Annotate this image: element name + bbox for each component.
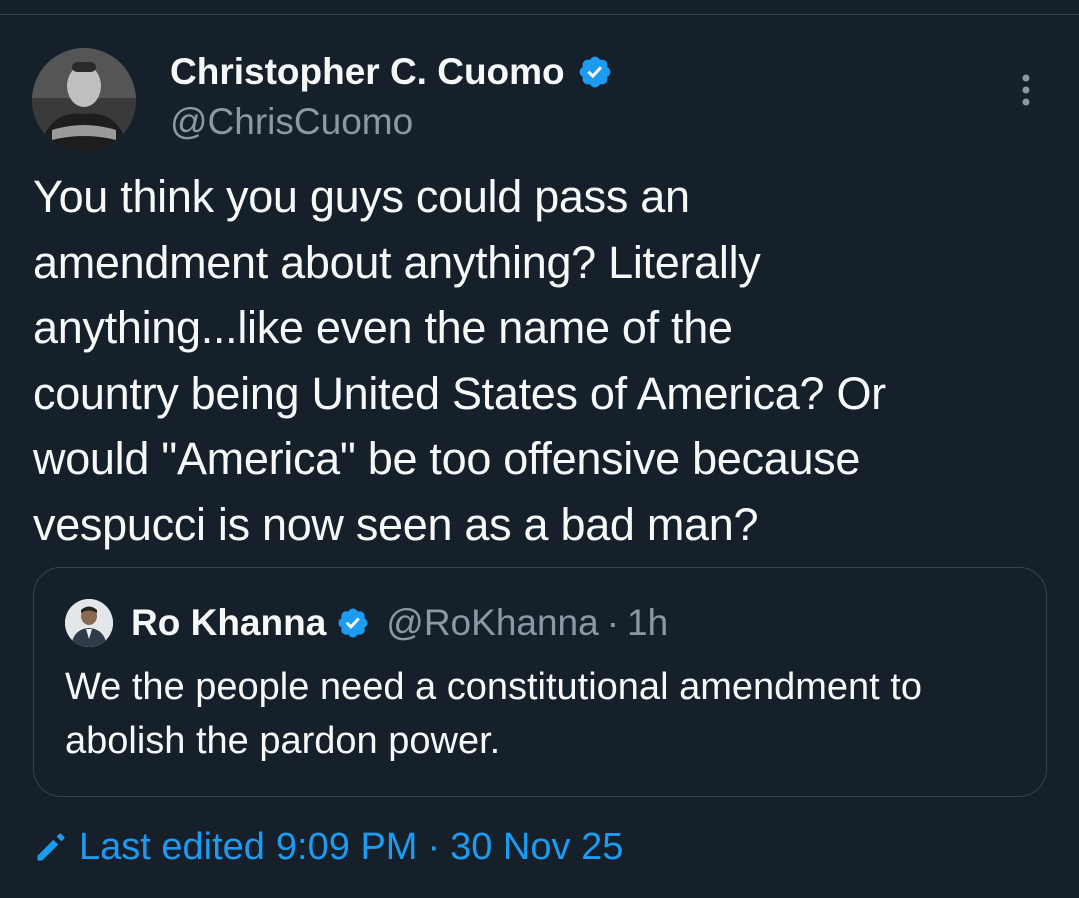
more-options-button[interactable] bbox=[1004, 68, 1048, 112]
edited-date: 30 Nov 25 bbox=[450, 825, 624, 868]
tweet-text: You think you guys could pass an amendme… bbox=[33, 171, 886, 550]
quoted-author-name[interactable]: Ro Khanna bbox=[131, 602, 326, 644]
edited-time: 9:09 PM bbox=[275, 825, 418, 868]
edit-history-link[interactable]: Last edited 9:09 PM · 30 Nov 25 bbox=[33, 822, 623, 872]
quoted-avatar-photo-icon bbox=[65, 599, 113, 647]
quoted-tweet-header: Ro Khanna @RoKhanna · 1h bbox=[131, 599, 668, 647]
quoted-separator: · bbox=[606, 602, 620, 643]
author-avatar[interactable] bbox=[32, 48, 136, 152]
quoted-author-handle[interactable]: @RoKhanna bbox=[386, 602, 598, 644]
quoted-tweet-card[interactable]: Ro Khanna @RoKhanna · 1h We the people n… bbox=[33, 567, 1047, 797]
author-handle[interactable]: @ChrisCuomo bbox=[170, 100, 413, 144]
author-display-name[interactable]: Christopher C. Cuomo bbox=[170, 50, 613, 94]
edited-label: Last edited bbox=[79, 825, 265, 868]
avatar-photo-icon bbox=[32, 48, 136, 152]
top-divider bbox=[0, 14, 1079, 15]
quoted-timestamp[interactable]: 1h bbox=[627, 602, 668, 644]
more-options-icon bbox=[1022, 74, 1030, 106]
quoted-tweet-text: We the people need a constitutional amen… bbox=[65, 666, 922, 762]
quoted-author-avatar[interactable] bbox=[65, 599, 113, 647]
pencil-icon bbox=[37, 833, 65, 861]
verified-badge-icon bbox=[579, 56, 611, 88]
quoted-verified-badge-icon bbox=[338, 608, 368, 638]
edited-separator: · bbox=[427, 825, 441, 868]
author-name-text: Christopher C. Cuomo bbox=[170, 51, 565, 92]
